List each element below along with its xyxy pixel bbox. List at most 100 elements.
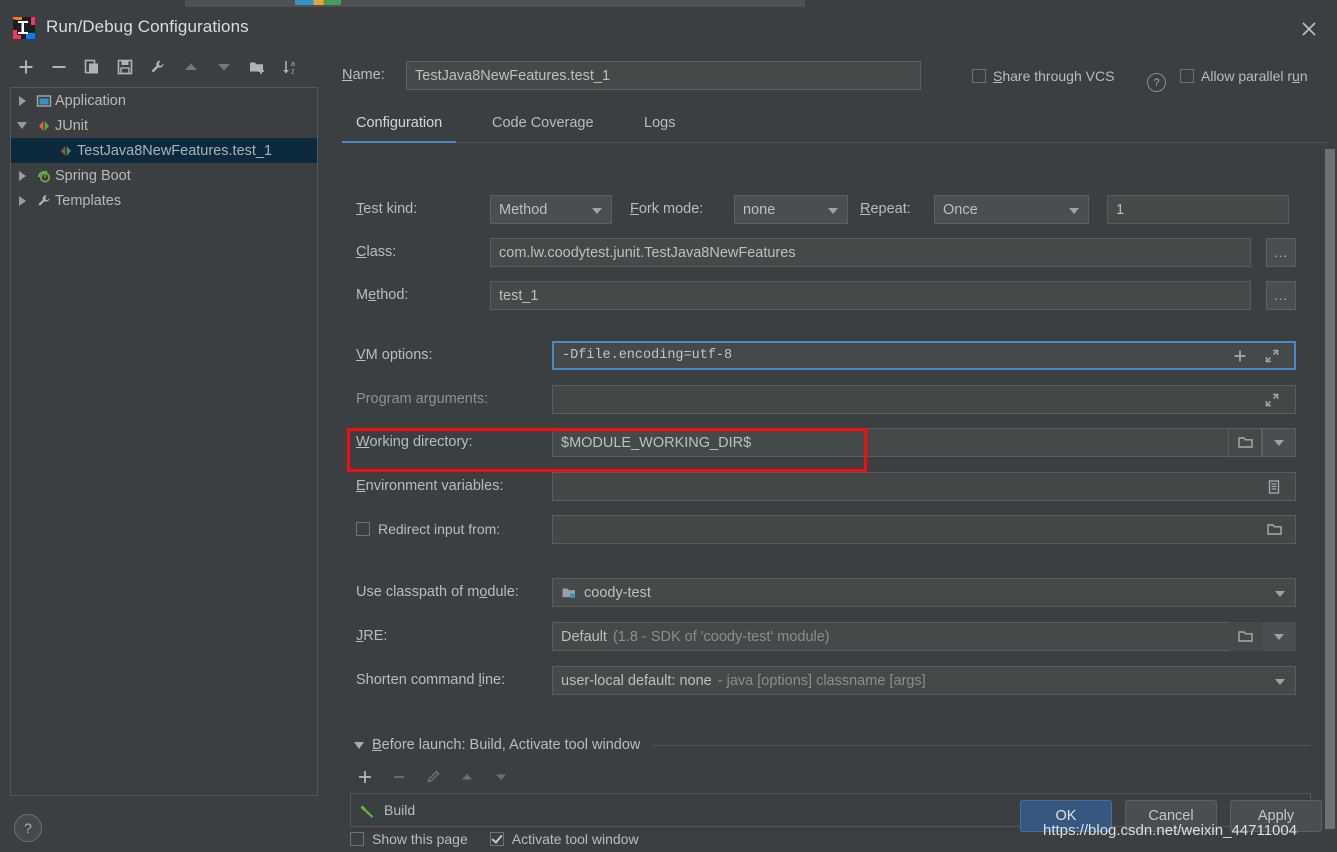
tree-item-templates[interactable]: Templates xyxy=(11,188,317,213)
editor-scrollbar-track[interactable] xyxy=(1323,145,1337,829)
expand-arrow-icon[interactable] xyxy=(11,170,33,181)
tree-item-testjava8newfeatures-test-1[interactable]: TestJava8NewFeatures.test_1 xyxy=(11,138,317,163)
classpath-value: coody-test xyxy=(584,584,651,601)
test-kind-row: Test kind: Method Fork mode: none Repeat… xyxy=(342,195,1311,225)
new-folder-button[interactable] xyxy=(242,52,272,82)
chevron-down-icon xyxy=(1275,679,1285,685)
test-kind-label: Test kind: xyxy=(356,201,418,217)
program-arguments-input[interactable] xyxy=(552,385,1296,414)
environment-variables-row: Environment variables: xyxy=(342,472,1311,502)
method-input[interactable]: test_1 xyxy=(490,281,1251,310)
module-icon xyxy=(561,585,577,601)
program-arguments-expand-icon[interactable] xyxy=(1257,385,1287,414)
junit-run-icon xyxy=(55,143,77,159)
remove-task-button[interactable] xyxy=(384,764,414,790)
expand-arrow-icon[interactable] xyxy=(11,95,33,106)
tree-item-spring-boot[interactable]: Spring Boot xyxy=(11,163,317,188)
add-configuration-button[interactable] xyxy=(11,52,41,82)
environment-variables-input[interactable] xyxy=(552,472,1296,501)
sort-configurations-button[interactable]: a z xyxy=(275,52,305,82)
chevron-down-icon xyxy=(1274,633,1284,640)
environment-variables-label: Environment variables: xyxy=(356,478,504,494)
redirect-checkbox-box[interactable] xyxy=(356,522,370,536)
tree-item-label: Spring Boot xyxy=(55,167,131,184)
move-task-down-button[interactable] xyxy=(486,764,516,790)
copy-configuration-button[interactable] xyxy=(77,52,107,82)
classpath-row: Use classpath of module: coody-test xyxy=(342,578,1311,608)
move-down-button[interactable] xyxy=(209,52,239,82)
vm-options-add-icon[interactable] xyxy=(1225,341,1255,370)
parallel-checkbox-box[interactable] xyxy=(1180,69,1194,83)
edit-task-button[interactable] xyxy=(418,764,448,790)
dialog-titlebar: Run/Debug Configurations xyxy=(0,7,1337,49)
method-label: Method: xyxy=(356,287,409,303)
redirect-input-row: Redirect input from: xyxy=(342,515,1311,545)
remove-configuration-button[interactable] xyxy=(44,52,74,82)
tree-item-application[interactable]: Application xyxy=(11,88,317,113)
fork-mode-combo[interactable]: none xyxy=(734,195,848,224)
spring-boot-icon xyxy=(33,168,55,184)
redirect-input-browse-icon[interactable] xyxy=(1259,515,1289,544)
ok-button[interactable]: OK xyxy=(1020,800,1112,832)
list-edit-icon[interactable] xyxy=(1259,472,1289,501)
collapse-arrow-icon[interactable] xyxy=(354,741,364,749)
chevron-down-icon xyxy=(592,208,602,214)
chevron-down-icon xyxy=(828,208,838,214)
junit-icon xyxy=(33,118,55,134)
repeat-count-value: 1 xyxy=(1116,201,1125,218)
dialog-title: Run/Debug Configurations xyxy=(46,17,249,36)
share-through-vcs-checkbox[interactable]: Share through VCS xyxy=(972,68,1114,84)
class-input[interactable]: com.lw.coodytest.junit.TestJava8NewFeatu… xyxy=(490,238,1251,267)
repeat-label: Repeat: xyxy=(860,201,911,217)
expand-arrow-icon[interactable] xyxy=(11,195,33,206)
vm-options-row: VM options: -Dfile.encoding=utf-8 xyxy=(342,341,1311,371)
tab-code-coverage[interactable]: Code Coverage xyxy=(478,104,608,141)
move-up-button[interactable] xyxy=(176,52,206,82)
jre-browse-button[interactable] xyxy=(1229,622,1262,651)
jre-value-hint: (1.8 - SDK of 'coody-test' module) xyxy=(612,628,830,645)
add-task-button[interactable] xyxy=(350,764,380,790)
test-kind-combo[interactable]: Method xyxy=(490,195,612,224)
repeat-combo[interactable]: Once xyxy=(934,195,1089,224)
name-input[interactable] xyxy=(406,61,921,90)
close-icon[interactable] xyxy=(1295,15,1323,43)
application-icon xyxy=(33,93,55,109)
redirect-input-checkbox[interactable]: Redirect input from: xyxy=(356,521,500,537)
redirect-input-field[interactable] xyxy=(552,515,1296,544)
cancel-button[interactable]: Cancel xyxy=(1125,800,1217,832)
tree-item-junit[interactable]: JUnit xyxy=(11,113,317,138)
collapse-arrow-icon[interactable] xyxy=(11,122,33,129)
before-launch-header[interactable]: Before launch: Build, Activate tool wind… xyxy=(342,733,1311,757)
tab-logs[interactable]: Logs xyxy=(630,104,689,141)
working-directory-browse-button[interactable] xyxy=(1229,428,1262,457)
vm-options-expand-icon[interactable] xyxy=(1257,341,1287,370)
shorten-command-line-combo[interactable]: user-local default: none - java [options… xyxy=(552,666,1296,695)
share-checkbox-box[interactable] xyxy=(972,69,986,83)
allow-parallel-run-checkbox[interactable]: Allow parallel run xyxy=(1180,68,1308,84)
class-browse-button[interactable]: ... xyxy=(1266,238,1296,267)
classpath-combo[interactable]: coody-test xyxy=(552,578,1296,607)
repeat-count-input[interactable]: 1 xyxy=(1107,195,1289,224)
fork-mode-label: Fork mode: xyxy=(630,201,704,217)
tab-configuration[interactable]: Configuration xyxy=(342,104,457,143)
jre-history-button[interactable] xyxy=(1262,622,1296,651)
configurations-tree[interactable]: Application JUnit TestJava8NewFeatures.t… xyxy=(10,87,318,796)
working-directory-input[interactable]: $MODULE_WORKING_DIR$ xyxy=(552,428,1229,457)
apply-button[interactable]: Apply xyxy=(1230,800,1322,832)
save-configuration-button[interactable] xyxy=(110,52,140,82)
edit-defaults-button[interactable] xyxy=(143,52,173,82)
vm-options-input[interactable]: -Dfile.encoding=utf-8 xyxy=(552,341,1296,370)
name-row: Name: Share through VCS ? Allow parallel… xyxy=(342,61,1329,92)
share-label: Share through VCS xyxy=(993,68,1115,84)
share-help-icon[interactable]: ? xyxy=(1147,73,1166,92)
method-browse-button[interactable]: ... xyxy=(1266,281,1296,310)
editor-scrollbar-thumb[interactable] xyxy=(1325,149,1335,829)
jre-combo[interactable]: Default (1.8 - SDK of 'coody-test' modul… xyxy=(552,622,1296,651)
move-task-up-button[interactable] xyxy=(452,764,482,790)
chevron-down-icon xyxy=(1069,208,1079,214)
working-directory-row: Working directory: $MODULE_WORKING_DIR$ xyxy=(342,428,1311,458)
configuration-form: Test kind: Method Fork mode: none Repeat… xyxy=(342,145,1311,852)
working-directory-history-button[interactable] xyxy=(1262,428,1296,457)
program-arguments-label: Program arguments: xyxy=(356,391,489,407)
editor-tabs: Configuration Code Coverage Logs xyxy=(342,104,1329,143)
